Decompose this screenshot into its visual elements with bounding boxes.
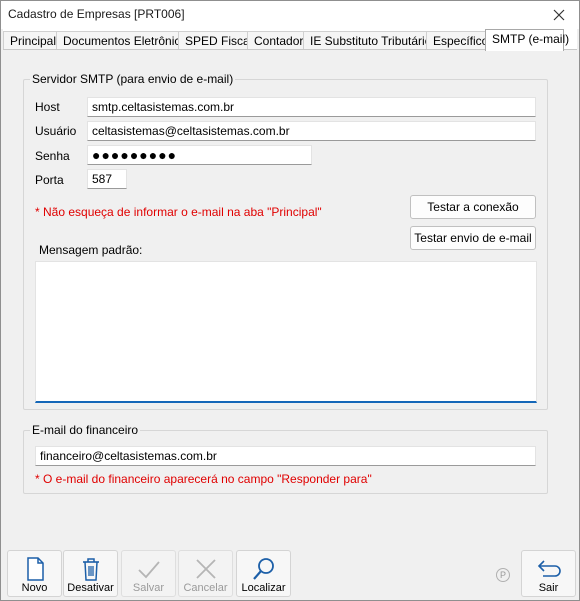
password-input[interactable]: ●●●●●●●●● <box>87 145 312 165</box>
dialog-window: Cadastro de Empresas [PRT006] Principal … <box>0 0 580 601</box>
return-arrow-icon <box>537 560 561 577</box>
p-mark-icon: P <box>496 568 510 582</box>
save-button[interactable]: Salvar <box>121 550 176 597</box>
tab-label: IE Substituto Tributário <box>310 34 432 48</box>
finance-group-title: E-mail do financeiro <box>30 423 141 437</box>
principal-tab-warning: * Não esqueça de informar o e-mail na ab… <box>35 205 322 219</box>
default-message-memo[interactable] <box>35 261 537 403</box>
disable-button-label: Desativar <box>67 582 114 594</box>
window-title: Cadastro de Empresas [PRT006] <box>8 7 185 21</box>
tab-ie-substituto[interactable]: IE Substituto Tributário <box>303 31 431 50</box>
cancel-x-icon <box>195 559 216 579</box>
new-document-icon <box>26 557 44 581</box>
password-label: Senha <box>35 149 70 163</box>
title-bar: Cadastro de Empresas [PRT006] <box>1 1 579 29</box>
port-input[interactable]: 587 <box>87 169 127 189</box>
user-input[interactable]: celtasistemas@celtasistemas.com.br <box>87 121 536 141</box>
tab-label: Contador <box>254 34 304 48</box>
save-button-label: Salvar <box>132 582 165 594</box>
test-connection-button[interactable]: Testar a conexão <box>410 195 536 219</box>
exit-button-label: Sair <box>538 582 559 594</box>
finance-email-input[interactable]: financeiro@celtasistemas.com.br <box>35 446 536 466</box>
tab-label: SPED Fiscal <box>185 34 253 48</box>
tab-smtp[interactable]: SMTP (e-mail) <box>485 29 569 51</box>
find-button-label: Localizar <box>241 582 286 594</box>
smtp-groupbox: Servidor SMTP (para envio de e-mail) Hos… <box>23 72 548 410</box>
tab-content: Servidor SMTP (para envio de e-mail) Hos… <box>3 49 577 545</box>
host-label: Host <box>35 100 60 114</box>
tab-label: Específico <box>433 34 489 48</box>
finance-email-note: * O e-mail do financeiro aparecerá no ca… <box>35 472 372 486</box>
close-icon <box>553 9 565 21</box>
tab-documentos-eletronicos[interactable]: Documentos Eletrônicos <box>56 31 193 50</box>
exit-button[interactable]: Sair <box>521 550 576 597</box>
tab-contador[interactable]: Contador <box>247 31 304 50</box>
tab-principal[interactable]: Principal <box>3 31 57 50</box>
find-button[interactable]: Localizar <box>236 550 291 597</box>
trash-icon <box>82 558 99 581</box>
tab-label: Principal <box>10 34 57 48</box>
close-button[interactable] <box>539 1 579 29</box>
bottom-toolbar: Novo Desativar Salvar Cancelar Localizar… <box>3 545 577 600</box>
host-input[interactable]: smtp.celtasistemas.com.br <box>87 97 536 117</box>
tab-sped-fiscal[interactable]: SPED Fiscal <box>178 31 252 50</box>
port-label: Porta <box>35 173 64 187</box>
message-label: Mensagem padrão: <box>39 243 143 257</box>
check-icon <box>137 561 160 579</box>
new-button-label: Novo <box>21 582 48 594</box>
tab-label: Documentos Eletrônicos <box>63 34 194 48</box>
tab-label: SMTP (e-mail) <box>492 32 570 46</box>
tab-especifico[interactable]: Específico <box>426 31 489 50</box>
disable-button[interactable]: Desativar <box>63 550 118 597</box>
user-label: Usuário <box>35 124 77 138</box>
cancel-button-label: Cancelar <box>183 582 228 594</box>
new-button[interactable]: Novo <box>7 550 62 597</box>
tab-bar: Principal Documentos Eletrônicos SPED Fi… <box>3 29 577 51</box>
smtp-group-title: Servidor SMTP (para envio de e-mail) <box>30 72 236 86</box>
cancel-button[interactable]: Cancelar <box>178 550 233 597</box>
finance-groupbox: E-mail do financeiro financeiro@celtasis… <box>23 423 548 494</box>
search-icon <box>252 558 274 580</box>
test-email-button[interactable]: Testar envio de e-mail <box>410 226 536 250</box>
